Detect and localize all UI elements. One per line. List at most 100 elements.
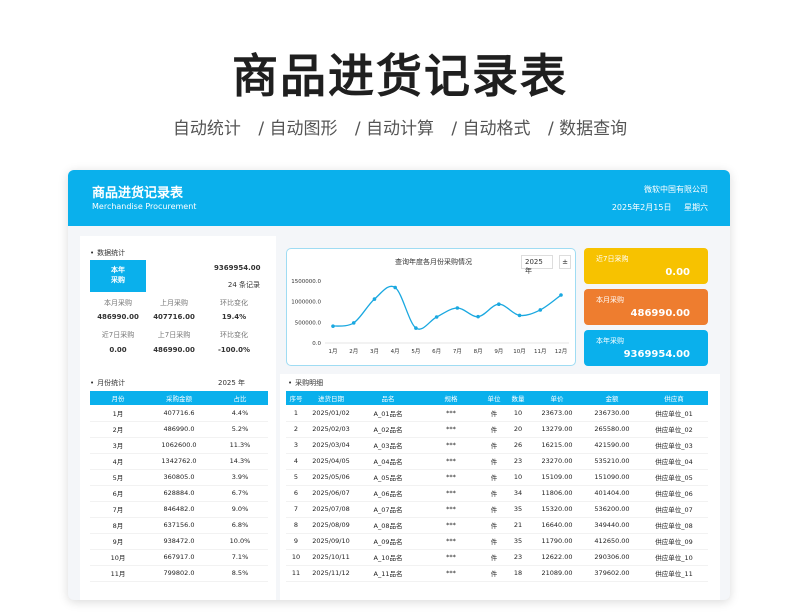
table-row[interactable]: 2月 486990.0 5.2% [90,421,268,438]
table-cell[interactable]: 件 [482,517,506,534]
table-cell[interactable]: 535210.00 [584,453,640,470]
table-cell[interactable]: A_01品名 [356,405,420,422]
table-row[interactable]: 6月 628884.0 6.7% [90,485,268,502]
table-cell[interactable]: 7月 [90,501,146,518]
table-cell[interactable]: 1062600.0 [146,437,212,454]
table-row[interactable]: 7月 846482.0 9.0% [90,501,268,518]
table-row[interactable]: 11 2025/11/12 A_11品名 *** 件 18 21089.00 379602.0… [286,565,708,582]
table-cell[interactable]: 供应单位_11 [640,565,708,582]
table-cell[interactable]: 846482.0 [146,501,212,518]
table-cell[interactable]: 11月 [90,565,146,582]
table-cell[interactable]: 12622.00 [530,549,584,566]
table-cell[interactable]: 265580.00 [584,421,640,438]
table-cell[interactable]: 23 [506,453,530,470]
table-cell[interactable]: 1 [286,405,306,422]
table-cell[interactable]: *** [420,517,482,534]
table-row[interactable]: 3 2025/03/04 A_03品名 *** 件 26 16215.00 421590.00… [286,437,708,454]
table-cell[interactable]: 23270.00 [530,453,584,470]
table-cell[interactable]: *** [420,405,482,422]
table-cell[interactable]: 件 [482,405,506,422]
table-cell[interactable]: 件 [482,549,506,566]
table-cell[interactable]: 8月 [90,517,146,534]
table-row[interactable]: 5月 360805.0 3.9% [90,469,268,486]
table-cell[interactable]: 2月 [90,421,146,438]
table-cell[interactable]: 11790.00 [530,533,584,550]
table-cell[interactable]: 2025/08/09 [306,517,356,534]
table-cell[interactable]: 供应单位_06 [640,485,708,502]
table-cell[interactable]: 23673.00 [530,405,584,422]
table-row[interactable]: 2 2025/02/03 A_02品名 *** 件 20 13279.00 265580.00… [286,421,708,438]
table-cell[interactable]: A_04品名 [356,453,420,470]
table-cell[interactable]: 10 [286,549,306,566]
table-cell[interactable]: A_02品名 [356,421,420,438]
column-header[interactable]: 采购金额 [146,391,212,405]
table-cell[interactable]: A_10品名 [356,549,420,566]
table-cell[interactable]: 2 [286,421,306,438]
table-cell[interactable]: 21 [506,517,530,534]
table-cell[interactable]: 3.9% [212,469,268,486]
table-cell[interactable]: *** [420,437,482,454]
table-cell[interactable]: 供应单位_02 [640,421,708,438]
table-row[interactable]: 7 2025/07/08 A_07品名 *** 件 35 15320.00 536200.00… [286,501,708,518]
table-cell[interactable]: 2025/11/12 [306,565,356,582]
table-row[interactable]: 10 2025/10/11 A_10品名 *** 件 23 12622.00 290306.0… [286,549,708,566]
table-cell[interactable]: 6 [286,485,306,502]
table-row[interactable]: 3月 1062600.0 11.3% [90,437,268,454]
table-cell[interactable]: 供应单位_10 [640,549,708,566]
table-cell[interactable]: *** [420,549,482,566]
table-cell[interactable]: 4月 [90,453,146,470]
table-cell[interactable]: 360805.0 [146,469,212,486]
table-cell[interactable]: 9.0% [212,501,268,518]
table-cell[interactable]: *** [420,501,482,518]
table-cell[interactable]: 35 [506,501,530,518]
table-row[interactable]: 5 2025/05/06 A_05品名 *** 件 10 15109.00 151090.00… [286,469,708,486]
table-cell[interactable]: 10月 [90,549,146,566]
table-cell[interactable]: *** [420,453,482,470]
column-header[interactable]: 占比 [212,391,268,405]
table-cell[interactable]: A_06品名 [356,485,420,502]
table-cell[interactable]: 2025/01/02 [306,405,356,422]
table-cell[interactable]: 8 [286,517,306,534]
table-cell[interactable]: 23 [506,549,530,566]
table-cell[interactable]: 667917.0 [146,549,212,566]
table-cell[interactable]: 536200.00 [584,501,640,518]
table-cell[interactable]: 486990.0 [146,421,212,438]
table-cell[interactable]: 3月 [90,437,146,454]
table-row[interactable]: 4 2025/04/05 A_04品名 *** 件 23 23270.00 535210.00… [286,453,708,470]
table-cell[interactable]: 1342762.0 [146,453,212,470]
table-cell[interactable]: 2025/03/04 [306,437,356,454]
table-cell[interactable]: 21089.00 [530,565,584,582]
table-cell[interactable]: 1月 [90,405,146,422]
column-header[interactable]: 月份 [90,391,146,405]
table-cell[interactable]: 2025/09/10 [306,533,356,550]
table-row[interactable]: 1月 407716.6 4.4% [90,405,268,422]
column-header[interactable]: 品名 [356,391,420,405]
table-row[interactable]: 8 2025/08/09 A_08品名 *** 件 21 16640.00 349440.00… [286,517,708,534]
table-cell[interactable]: 件 [482,469,506,486]
table-cell[interactable]: 供应单位_09 [640,533,708,550]
table-row[interactable]: 8月 637156.0 6.8% [90,517,268,534]
table-cell[interactable]: 15320.00 [530,501,584,518]
table-cell[interactable]: 35 [506,533,530,550]
table-cell[interactable]: 421590.00 [584,437,640,454]
table-cell[interactable]: 5月 [90,469,146,486]
table-cell[interactable]: 18 [506,565,530,582]
column-header[interactable]: 规格 [420,391,482,405]
table-cell[interactable]: 9 [286,533,306,550]
column-header[interactable]: 单价 [530,391,584,405]
table-cell[interactable]: 4 [286,453,306,470]
table-cell[interactable]: 件 [482,485,506,502]
table-cell[interactable]: 407716.6 [146,405,212,422]
table-cell[interactable]: 290306.00 [584,549,640,566]
table-cell[interactable]: 349440.00 [584,517,640,534]
table-cell[interactable]: *** [420,533,482,550]
table-cell[interactable]: *** [420,469,482,486]
table-cell[interactable]: 10 [506,469,530,486]
table-cell[interactable]: 10.0% [212,533,268,550]
table-cell[interactable]: *** [420,565,482,582]
table-cell[interactable]: 34 [506,485,530,502]
table-row[interactable]: 11月 799802.0 8.5% [90,565,268,582]
table-cell[interactable]: 11806.00 [530,485,584,502]
table-cell[interactable]: 401404.00 [584,485,640,502]
table-cell[interactable]: 6.8% [212,517,268,534]
